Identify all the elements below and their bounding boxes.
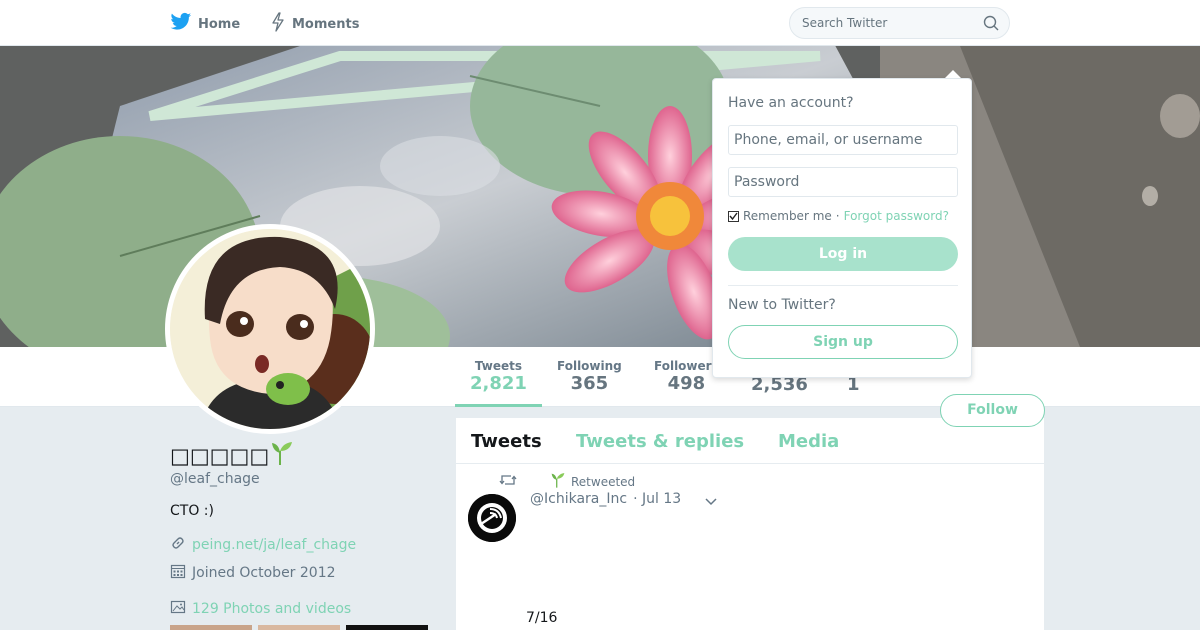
sprout-icon <box>551 472 565 491</box>
tweet-header: @Ichikara_Inc · Jul 13 <box>530 491 681 507</box>
active-stat-indicator <box>455 404 542 407</box>
timeline: Tweets Tweets & replies Media Retweeted … <box>456 418 1044 630</box>
retweet-context: Retweeted <box>499 472 635 491</box>
twitter-bird-icon <box>170 12 192 36</box>
stat-following-value: 365 <box>570 373 609 394</box>
stat-following[interactable]: Following 365 <box>557 359 622 394</box>
stat-tweets[interactable]: Tweets 2,821 <box>470 359 527 394</box>
chevron-down-icon[interactable] <box>704 494 718 513</box>
photo-thumbnail[interactable] <box>170 625 252 630</box>
stat-tweets-label: Tweets <box>474 359 523 373</box>
login-title: Have an account? <box>728 95 854 111</box>
divider <box>728 285 958 286</box>
avatar[interactable] <box>165 224 375 434</box>
tab-tweets[interactable]: Tweets <box>471 431 542 452</box>
profile-bio: CTO :) <box>170 503 214 519</box>
photo-thumbnail[interactable] <box>258 625 340 630</box>
tweet-avatar[interactable] <box>468 494 516 542</box>
login-button[interactable]: Log in <box>728 237 958 271</box>
nav-home[interactable]: Home <box>170 12 240 36</box>
username-field[interactable]: Phone, email, or username <box>728 125 958 155</box>
profile-photos-text[interactable]: 129 Photos and videos <box>192 601 351 617</box>
photo-thumbnails <box>170 625 430 630</box>
search-icon[interactable] <box>983 15 999 34</box>
profile-link-text[interactable]: peing.net/ja/leaf_chage <box>192 537 356 553</box>
retweeted-label: Retweeted <box>571 474 636 489</box>
retweet-icon <box>499 473 517 490</box>
profile-photos[interactable]: 129 Photos and videos <box>170 599 351 619</box>
tweet-user[interactable]: @Ichikara_Inc <box>530 491 627 507</box>
photo-thumbnail[interactable] <box>346 625 428 630</box>
stat-followers-value: 498 <box>667 373 706 394</box>
lightning-icon <box>270 12 286 36</box>
nav-home-label: Home <box>198 16 241 32</box>
sprout-icon <box>271 441 293 470</box>
password-field[interactable]: Password <box>728 167 958 197</box>
remember-checkbox[interactable] <box>728 210 739 222</box>
tab-media[interactable]: Media <box>778 431 839 452</box>
remember-label[interactable]: Remember me <box>743 209 832 223</box>
profile-joined-text: Joined October 2012 <box>192 565 336 581</box>
stat-followers-label: Followers <box>654 359 719 373</box>
follow-button[interactable]: Follow <box>940 394 1045 427</box>
search-placeholder: Search Twitter <box>802 16 888 30</box>
stat-following-label: Following <box>557 359 622 373</box>
profile-name: □□□□□ <box>170 441 293 470</box>
stat-followers[interactable]: Followers 498 <box>654 359 719 394</box>
calendar-icon <box>170 563 186 583</box>
stat-tweets-value: 2,821 <box>470 373 527 394</box>
profile-name-text: □□□□□ <box>170 443 270 468</box>
tab-tweets-and-replies[interactable]: Tweets & replies <box>576 431 744 452</box>
signup-button[interactable]: Sign up <box>728 325 958 359</box>
link-icon <box>170 535 186 555</box>
profile-link[interactable]: peing.net/ja/leaf_chage <box>170 535 356 555</box>
login-dropdown: Have an account? Phone, email, or userna… <box>712 78 972 378</box>
new-to-twitter: New to Twitter? <box>728 297 836 313</box>
login-dropdown-caret <box>945 70 961 78</box>
profile-handle[interactable]: @leaf_chage <box>170 471 260 487</box>
forgot-password-link[interactable]: Forgot password? <box>844 209 949 223</box>
tweet-date[interactable]: · Jul 13 <box>633 491 681 507</box>
search-input[interactable]: Search Twitter <box>789 7 1010 39</box>
separator: · <box>835 209 840 223</box>
profile-joined: Joined October 2012 <box>170 563 336 583</box>
top-navigation: Home Moments Search Twitter <box>0 0 1200 46</box>
tweet-text: 7/16 <box>526 610 558 626</box>
nav-moments[interactable]: Moments <box>270 12 359 36</box>
photo-icon <box>170 599 186 619</box>
remember-row: Remember me · Forgot password? <box>728 209 949 223</box>
nav-moments-label: Moments <box>292 16 360 32</box>
